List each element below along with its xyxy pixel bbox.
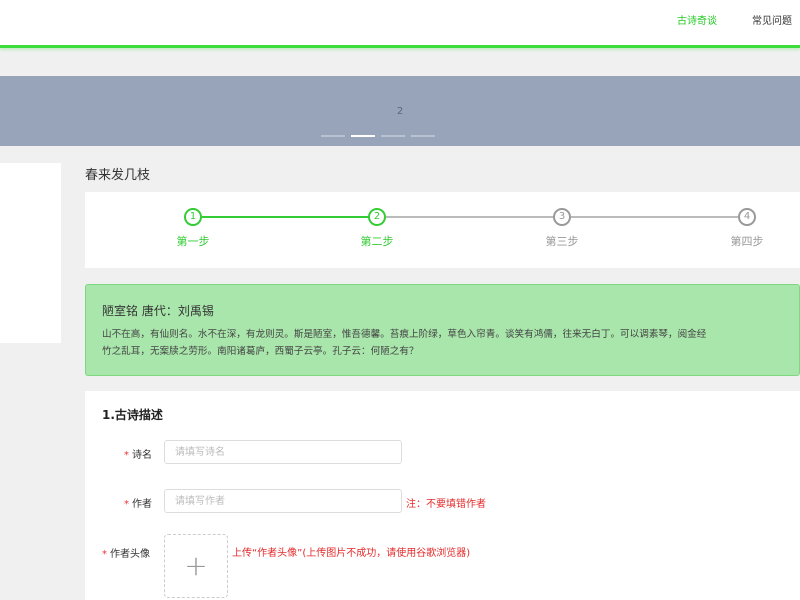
poem-line-2: 竹之乱耳，无案牍之劳形。南阳诸葛庐，西蜀子云亭。孔子云：何陋之有？	[102, 346, 419, 357]
step-2-circle: 2	[368, 208, 386, 226]
steps-progress: 1 2 3 4 第一步 第二步 第三步 第四步	[85, 192, 800, 268]
author-input[interactable]	[164, 489, 402, 513]
avatar-upload-button[interactable]: +	[164, 534, 228, 598]
step-2-label: 第二步	[360, 235, 394, 248]
banner-carousel[interactable]: 2	[0, 76, 800, 146]
required-mark: *	[102, 549, 107, 560]
step-1-label: 第一步	[176, 235, 210, 248]
step-connector-2-3	[386, 216, 562, 218]
author-label: * 作者	[124, 499, 152, 510]
avatar-label: * 作者头像	[102, 549, 150, 560]
poem-line-1: 山不在高，有仙则名。水不在深，有龙则灵。斯是陋室，惟吾德馨。苔痕上阶绿，草色入帘…	[102, 329, 707, 340]
poem-form: 1.古诗描述 *诗名 *作者 注：不要填错作者 *作者头像 + 上传“作者头像”…	[85, 391, 800, 600]
carousel-dot-1[interactable]	[321, 135, 345, 137]
poem-title: 陋室铭 唐代：刘禹锡	[102, 304, 214, 318]
step-connector-3-4	[571, 216, 747, 218]
step-4-label: 第四步	[730, 235, 764, 248]
step-connector-1-2	[202, 216, 378, 218]
left-side-card	[0, 163, 61, 343]
page-title: 春来发几枝	[85, 168, 151, 183]
carousel-dot-4[interactable]	[411, 135, 435, 137]
poem-box: 陋室铭 唐代：刘禹锡 山不在高，有仙则名。水不在深，有龙则灵。斯是陋室，惟吾德馨…	[85, 284, 800, 376]
carousel-dot-2[interactable]	[351, 135, 375, 137]
poem-name-label: * 诗名	[124, 450, 152, 461]
carousel-dot-3[interactable]	[381, 135, 405, 137]
author-hint: 注：不要填错作者	[406, 499, 486, 510]
required-mark: *	[124, 450, 129, 461]
step-1-circle: 1	[184, 208, 202, 226]
plus-icon: +	[184, 549, 208, 582]
required-mark: *	[124, 499, 129, 510]
banner-slide-number: 2	[396, 106, 404, 117]
top-header: 古诗奇谈 常见问题	[0, 0, 800, 48]
step-3-circle: 3	[553, 208, 571, 226]
nav-faq[interactable]: 常见问题	[752, 12, 792, 27]
poem-name-input[interactable]	[164, 440, 402, 464]
form-section-title: 1.古诗描述	[102, 408, 163, 422]
poem-text: 山不在高，有仙则名。水不在深，有龙则灵。斯是陋室，惟吾德馨。苔痕上阶绿，草色入帘…	[102, 326, 792, 360]
avatar-upload-hint: 上传“作者头像”(上传图片不成功，请使用谷歌浏览器)	[232, 548, 471, 559]
step-4-circle: 4	[738, 208, 756, 226]
step-3-label: 第三步	[545, 235, 579, 248]
nav-poems-chat[interactable]: 古诗奇谈	[677, 12, 717, 27]
